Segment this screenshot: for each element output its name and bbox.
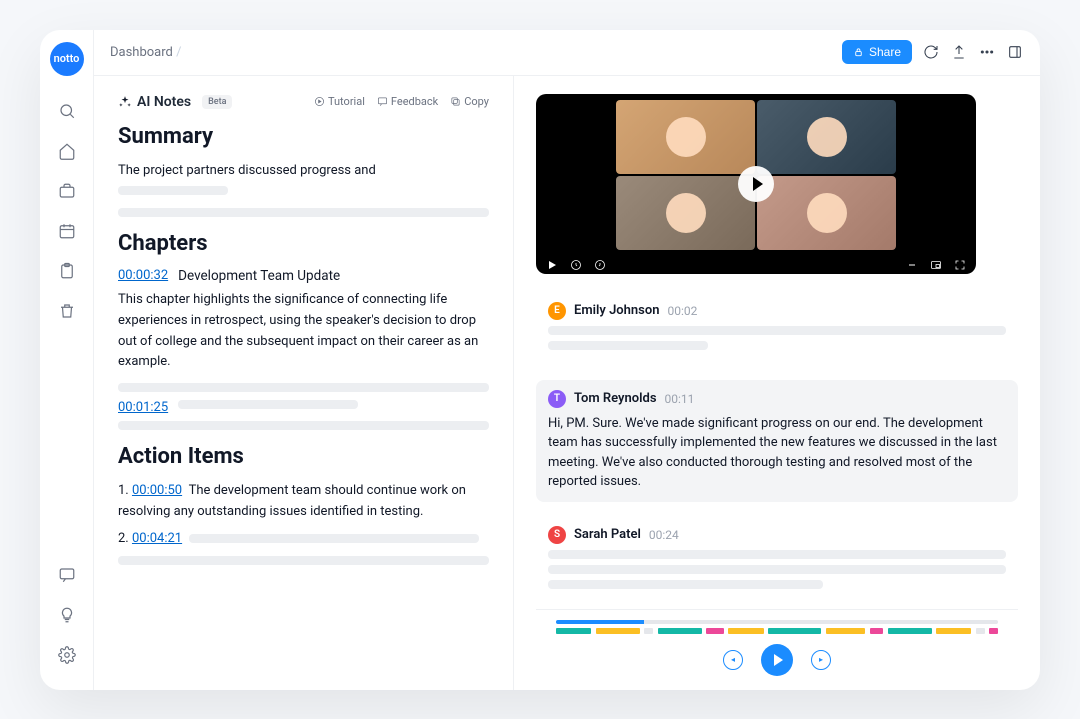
avatar: T [548, 390, 566, 408]
calendar-icon[interactable] [50, 214, 84, 248]
speaker-time: 00:24 [649, 528, 679, 542]
minimize-icon[interactable] [906, 256, 918, 268]
forward-icon[interactable] [594, 256, 606, 268]
video-player[interactable] [536, 94, 976, 274]
chapter-item: 00:01:25 [118, 400, 489, 415]
speaker-segments[interactable] [556, 628, 998, 634]
notes-title: AI Notes Beta [118, 94, 232, 110]
upload-icon[interactable] [950, 43, 968, 61]
topbar-actions: Share [842, 40, 1024, 64]
speaker-time: 00:11 [665, 392, 695, 406]
skip-back-button[interactable]: ◂ [723, 650, 743, 670]
speaker-name: Emily Johnson [574, 303, 659, 318]
progress-track[interactable] [556, 620, 998, 624]
chapters-heading: Chapters [118, 231, 489, 256]
skeleton-placeholder [178, 400, 358, 409]
skeleton-placeholder [189, 534, 479, 543]
notes-actions: Tutorial Feedback Copy [314, 95, 489, 108]
briefcase-icon[interactable] [50, 174, 84, 208]
play-button[interactable] [738, 166, 774, 202]
summary-heading: Summary [118, 124, 489, 149]
action-index: 2. [118, 531, 129, 546]
skeleton-placeholder [548, 341, 708, 350]
brand-logo[interactable]: notto [50, 42, 84, 76]
notes-header: AI Notes Beta Tutorial Feedback Copy [118, 94, 489, 110]
lightbulb-icon[interactable] [50, 598, 84, 632]
sparkle-icon [118, 95, 132, 109]
search-icon[interactable] [50, 94, 84, 128]
timestamp-link[interactable]: 00:00:50 [132, 483, 182, 498]
notes-pane: AI Notes Beta Tutorial Feedback Copy Sum… [94, 76, 514, 690]
sidebar-bottom [50, 558, 84, 678]
skeleton-placeholder [118, 208, 489, 217]
share-label: Share [869, 45, 901, 59]
comment-icon[interactable] [50, 558, 84, 592]
skeleton-placeholder [118, 556, 489, 565]
clipboard-icon[interactable] [50, 254, 84, 288]
skeleton-placeholder [548, 550, 1006, 559]
copy-button[interactable]: Copy [450, 95, 489, 108]
timestamp-link[interactable]: 00:04:21 [132, 531, 182, 546]
sidebar: notto [40, 30, 94, 690]
action-item: 2. 00:04:21 [118, 529, 489, 550]
speaker-name: Sarah Patel [574, 527, 641, 542]
speaker-text: Hi, PM. Sure. We've made significant pro… [548, 414, 1006, 492]
content-split: AI Notes Beta Tutorial Feedback Copy Sum… [94, 76, 1040, 690]
trash-icon[interactable] [50, 294, 84, 328]
topbar: Dashboard Share [94, 30, 1040, 76]
chapter-item: 00:00:32 Development Team Update [118, 268, 489, 284]
video-controls [536, 250, 976, 274]
more-icon[interactable] [978, 43, 996, 61]
speaker-name: Tom Reynolds [574, 391, 657, 406]
breadcrumb[interactable]: Dashboard [110, 45, 181, 60]
app-window: notto Dashboard Share [40, 30, 1040, 690]
tutorial-button[interactable]: Tutorial [314, 95, 365, 108]
transcript-entry[interactable]: E Emily Johnson 00:02 [536, 292, 1018, 366]
transcript: E Emily Johnson 00:02 T Tom Reynolds 00:… [536, 292, 1018, 609]
transcript-entry[interactable]: T Tom Reynolds 00:11 Hi, PM. Sure. We've… [536, 380, 1018, 502]
pip-icon[interactable] [930, 256, 942, 268]
chapter-title: Development Team Update [178, 268, 340, 284]
home-icon[interactable] [50, 134, 84, 168]
skip-forward-button[interactable]: ▸ [811, 650, 831, 670]
participant-tile [616, 176, 755, 250]
action-item: 1. 00:00:50 The development team should … [118, 481, 489, 523]
skeleton-placeholder [118, 383, 489, 392]
speaker-time: 00:02 [667, 304, 697, 318]
play-button[interactable] [761, 644, 793, 676]
beta-badge: Beta [202, 95, 232, 109]
skeleton-placeholder [548, 565, 1006, 574]
participant-tile [616, 100, 755, 174]
main: Dashboard Share AI Notes Bet [94, 30, 1040, 690]
skeleton-placeholder [118, 186, 228, 195]
avatar: E [548, 302, 566, 320]
play-small-icon[interactable] [546, 256, 558, 268]
share-button[interactable]: Share [842, 40, 912, 64]
feedback-button[interactable]: Feedback [377, 95, 438, 108]
transcript-entry[interactable]: S Sarah Patel 00:24 [536, 516, 1018, 605]
player-controls: ◂ ▸ [556, 644, 998, 676]
skeleton-placeholder [548, 580, 823, 589]
player-bar: ◂ ▸ [536, 609, 1018, 690]
action-index: 1. [118, 483, 129, 498]
participant-tile [757, 100, 896, 174]
participant-tile [757, 176, 896, 250]
chapter-body: This chapter highlights the significance… [118, 290, 489, 373]
refresh-icon[interactable] [922, 43, 940, 61]
action-items-heading: Action Items [118, 444, 489, 469]
timestamp-link[interactable]: 00:00:32 [118, 268, 168, 284]
summary-text: The project partners discussed progress … [118, 161, 489, 203]
notes-title-text: AI Notes [137, 94, 191, 110]
avatar: S [548, 526, 566, 544]
skeleton-placeholder [548, 326, 1006, 335]
panel-icon[interactable] [1006, 43, 1024, 61]
video-pane: E Emily Johnson 00:02 T Tom Reynolds 00:… [514, 76, 1040, 690]
timestamp-link[interactable]: 00:01:25 [118, 400, 168, 415]
rewind-icon[interactable] [570, 256, 582, 268]
settings-icon[interactable] [50, 638, 84, 672]
fullscreen-icon[interactable] [954, 256, 966, 268]
skeleton-placeholder [118, 421, 489, 430]
